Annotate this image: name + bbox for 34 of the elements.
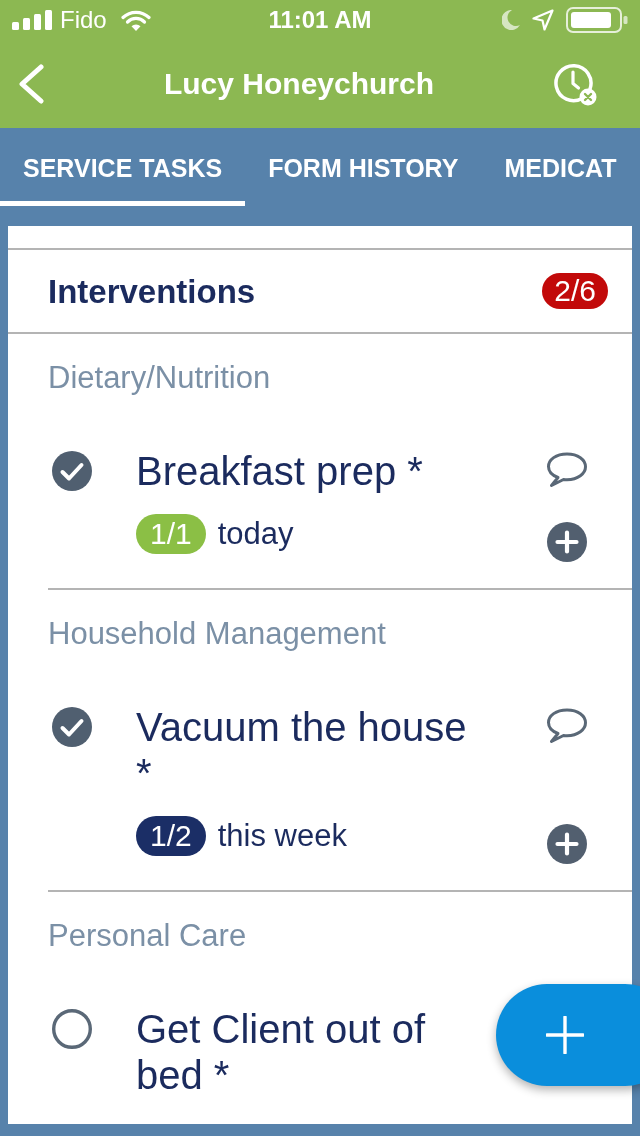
tab[interactable]: MEDICAT (481, 128, 640, 206)
location-arrow-icon (532, 9, 554, 31)
completion-badge: 1/1 (136, 514, 206, 554)
plus-circle-icon[interactable] (547, 522, 587, 562)
category-heading: Personal Care (48, 919, 247, 951)
moon-icon (502, 10, 520, 30)
chevron-left-icon (17, 64, 45, 104)
task-title: Get Client out of bed * (136, 1006, 427, 1098)
checked-circle-icon[interactable] (52, 451, 92, 491)
battery-icon (566, 7, 628, 33)
screen-title: Lucy Honeychurch (163, 69, 435, 99)
status-time: 11:01 AM (268, 8, 372, 32)
clock-x-icon (553, 62, 597, 106)
add-button[interactable] (496, 984, 640, 1086)
empty-circle-icon[interactable] (52, 1009, 92, 1049)
plus-circle-icon[interactable] (547, 824, 587, 864)
signal-icon (12, 10, 52, 30)
count-badge: 2/6 (542, 273, 608, 309)
tab[interactable]: FORM HISTORY (245, 128, 482, 206)
section-title: Interventions (48, 274, 256, 308)
category-heading: Dietary/Nutrition (48, 361, 271, 393)
plus-icon (546, 1016, 584, 1054)
category-heading: Household Management (48, 617, 386, 649)
completion-badge: 1/2 (136, 816, 206, 856)
frequency-label: this week (217, 817, 347, 855)
tab[interactable]: SERVICE TASKS (0, 128, 246, 206)
comment-icon[interactable] (546, 452, 588, 488)
frequency-label: today (217, 515, 294, 553)
wifi-icon (120, 9, 151, 31)
task-title: Vacuum the house * (136, 704, 468, 796)
task-title: Breakfast prep * (136, 448, 424, 494)
comment-icon[interactable] (546, 708, 588, 744)
carrier-label: Fido (60, 8, 107, 32)
checked-circle-icon[interactable] (52, 707, 92, 747)
